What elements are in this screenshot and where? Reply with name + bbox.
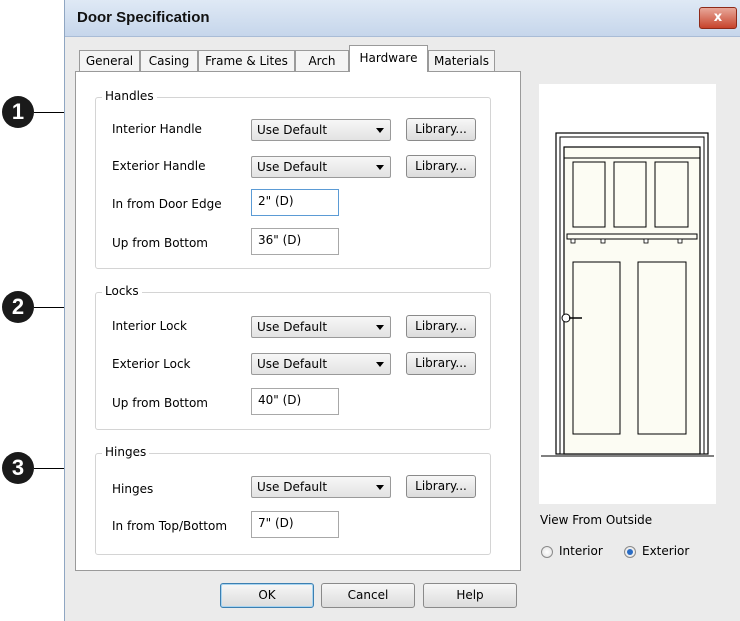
hinges-legend: Hinges bbox=[102, 445, 150, 459]
lock-up-from-bottom-label: Up from Bottom bbox=[112, 396, 208, 410]
exterior-handle-library-button[interactable]: Library... bbox=[406, 155, 476, 178]
tab-casing[interactable]: Casing bbox=[140, 50, 198, 71]
interior-lock-select[interactable]: Use Default bbox=[251, 316, 391, 338]
chevron-down-icon bbox=[376, 485, 384, 490]
tab-frame-lites[interactable]: Frame & Lites bbox=[198, 50, 295, 71]
tab-hardware[interactable]: Hardware bbox=[349, 45, 428, 72]
callout-1: 1 bbox=[2, 96, 34, 128]
hinge-top-bottom-label: In from Top/Bottom bbox=[112, 519, 228, 533]
exterior-lock-library-button[interactable]: Library... bbox=[406, 352, 476, 375]
chevron-down-icon bbox=[376, 165, 384, 170]
exterior-lock-select[interactable]: Use Default bbox=[251, 353, 391, 375]
exterior-lock-value: Use Default bbox=[257, 357, 328, 371]
lock-up-from-bottom-input[interactable]: 40" (D) bbox=[251, 388, 339, 415]
interior-lock-label: Interior Lock bbox=[112, 319, 187, 333]
view-interior-radio[interactable] bbox=[541, 546, 553, 558]
exterior-lock-label: Exterior Lock bbox=[112, 357, 191, 371]
door-preview bbox=[539, 84, 716, 504]
locks-legend: Locks bbox=[102, 284, 142, 298]
lite-left bbox=[572, 161, 606, 228]
interior-handle-select[interactable]: Use Default bbox=[251, 119, 391, 141]
tab-materials[interactable]: Materials bbox=[428, 50, 495, 71]
handle-up-from-bottom-label: Up from Bottom bbox=[112, 236, 208, 250]
callout-2: 2 bbox=[2, 291, 34, 323]
close-icon: x bbox=[713, 10, 723, 25]
door-elevation-drawing bbox=[541, 132, 714, 457]
door-knob-icon bbox=[561, 313, 571, 323]
door-shelf bbox=[566, 233, 698, 240]
hinges-select[interactable]: Use Default bbox=[251, 476, 391, 498]
hinges-group: Hinges bbox=[95, 445, 491, 555]
interior-handle-label: Interior Handle bbox=[112, 122, 202, 136]
exterior-handle-label: Exterior Handle bbox=[112, 159, 206, 173]
close-button[interactable]: x bbox=[699, 7, 737, 29]
door-edge-label: In from Door Edge bbox=[112, 197, 222, 211]
view-exterior-label[interactable]: Exterior bbox=[642, 544, 689, 558]
view-from-outside-label: View From Outside bbox=[540, 513, 653, 527]
hinges-library-button[interactable]: Library... bbox=[406, 475, 476, 498]
hardware-panel: Handles Interior Handle Use Default Libr… bbox=[75, 71, 521, 571]
door-specification-dialog: Door Specification x General Casing Fram… bbox=[64, 0, 740, 621]
panel-right bbox=[637, 261, 687, 435]
chevron-down-icon bbox=[376, 362, 384, 367]
door-edge-input[interactable]: 2" (D) bbox=[251, 189, 339, 216]
interior-handle-value: Use Default bbox=[257, 123, 328, 137]
chevron-down-icon bbox=[376, 325, 384, 330]
interior-handle-library-button[interactable]: Library... bbox=[406, 118, 476, 141]
hinge-top-bottom-input[interactable]: 7" (D) bbox=[251, 511, 339, 538]
view-interior-label[interactable]: Interior bbox=[559, 544, 603, 558]
tab-arch[interactable]: Arch bbox=[295, 50, 349, 71]
title-bar[interactable]: Door Specification x bbox=[65, 0, 740, 37]
interior-lock-value: Use Default bbox=[257, 320, 328, 334]
lite-middle bbox=[613, 161, 647, 228]
interior-lock-library-button[interactable]: Library... bbox=[406, 315, 476, 338]
help-button[interactable]: Help bbox=[423, 583, 517, 608]
cancel-button[interactable]: Cancel bbox=[321, 583, 415, 608]
hinges-value: Use Default bbox=[257, 480, 328, 494]
view-exterior-radio[interactable] bbox=[624, 546, 636, 558]
panel-left bbox=[572, 261, 621, 435]
ok-button[interactable]: OK bbox=[220, 583, 314, 608]
exterior-handle-select[interactable]: Use Default bbox=[251, 156, 391, 178]
chevron-down-icon bbox=[376, 128, 384, 133]
hinges-label: Hinges bbox=[112, 482, 154, 496]
window-title: Door Specification bbox=[77, 9, 210, 26]
handles-legend: Handles bbox=[102, 89, 157, 103]
lite-right bbox=[654, 161, 689, 228]
callout-3: 3 bbox=[2, 452, 34, 484]
handle-up-from-bottom-input[interactable]: 36" (D) bbox=[251, 228, 339, 255]
exterior-handle-value: Use Default bbox=[257, 160, 328, 174]
tab-general[interactable]: General bbox=[79, 50, 140, 71]
